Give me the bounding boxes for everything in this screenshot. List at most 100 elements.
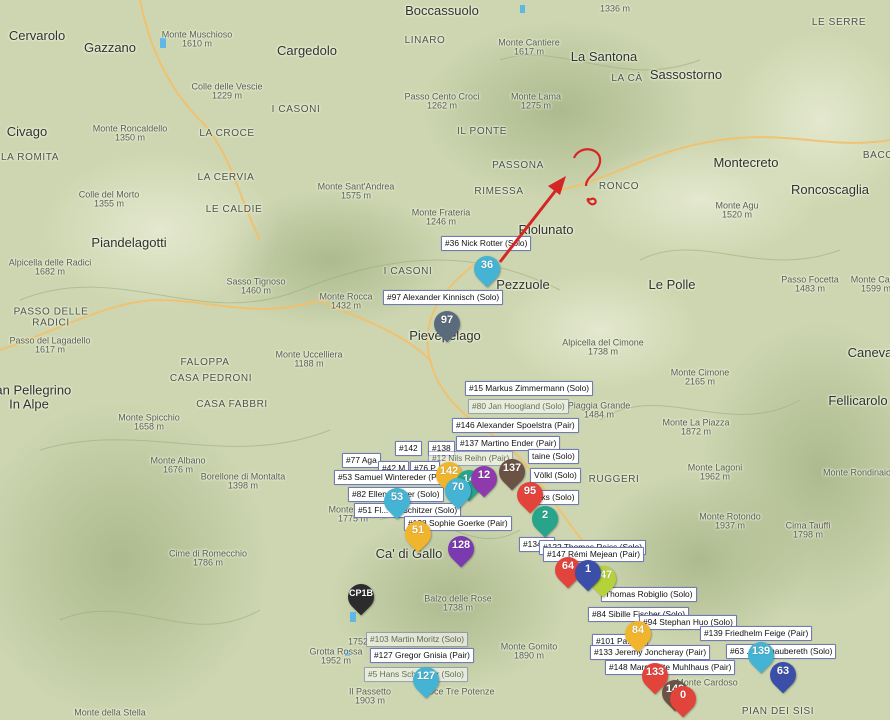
place-name: PIAN DEI SISI bbox=[741, 705, 815, 717]
place-laromita: LA ROMITA bbox=[1, 152, 59, 164]
pin-number: 142 bbox=[439, 465, 459, 477]
pin-number: 0 bbox=[679, 689, 687, 701]
place-name: IL PONTE bbox=[457, 125, 507, 137]
place-name: Piandelagotti bbox=[91, 235, 167, 251]
racer-label-l36[interactable]: #36 Nick Rotter (Solo) bbox=[441, 236, 532, 251]
place-elevation: 1676 m bbox=[162, 465, 194, 475]
place-name: La Santona bbox=[570, 49, 638, 65]
place-croci: Passo Cento Croci 1262 m bbox=[404, 92, 479, 112]
place-leserre: LE SERRE bbox=[811, 16, 867, 29]
place-name: Caneva bbox=[847, 345, 890, 361]
place-cimone: Alpicella del Cimone 1738 m bbox=[562, 338, 644, 358]
place-elevation: 1617 m bbox=[34, 345, 66, 355]
place-lecaldie: LE CALDIE bbox=[205, 203, 263, 216]
place-elevation: 2165 m bbox=[684, 377, 716, 387]
place-name: Monte Rondinaio bbox=[822, 467, 890, 478]
place-elevation: 1738 m bbox=[587, 347, 619, 357]
place-elevation: 1275 m bbox=[520, 101, 552, 111]
place-cargedolo: Cargedolo bbox=[277, 44, 337, 58]
place-rondine: Monte Rondinaio bbox=[823, 468, 890, 477]
racer-label-l146[interactable]: #146 Alexander Spoelstra (Pair) bbox=[452, 418, 579, 433]
racer-label-l80[interactable]: #80 Jan Hoogland (Solo) bbox=[468, 399, 569, 414]
place-elevation: 1262 m bbox=[426, 101, 458, 111]
place-rotondo: Monte Rotondo 1937 m bbox=[699, 512, 761, 532]
racer-label-lvoekl[interactable]: Völkl (Solo) bbox=[530, 468, 581, 483]
place-cimone2: Monte Cimone 2165 m bbox=[671, 368, 730, 388]
racer-label-lrobi[interactable]: Thomas Robiglio (Solo) bbox=[601, 587, 697, 602]
place-elevation: 1658 m bbox=[133, 422, 165, 432]
place-elevation: 1575 m bbox=[340, 191, 372, 201]
racer-label-l103[interactable]: #103 Martin Moritz (Solo) bbox=[366, 632, 469, 647]
place-name: Sassostorno bbox=[649, 67, 723, 83]
place-name: Boccassuolo bbox=[405, 3, 479, 19]
place-ronco: RONCO bbox=[598, 180, 640, 193]
pin-number: 137 bbox=[502, 462, 522, 474]
place-name: Cargedolo bbox=[277, 43, 337, 59]
place-name: BACC bbox=[862, 149, 890, 161]
place-elevation: 1617 m bbox=[513, 47, 545, 57]
place-linaro: LINARO bbox=[405, 35, 446, 47]
place-pedroni: CASA PEDRONI bbox=[169, 372, 253, 385]
place-stella: Monte della Stella bbox=[74, 708, 146, 717]
place-name: Civago bbox=[6, 124, 48, 140]
place-riolunato: Riolunato bbox=[519, 223, 574, 237]
place-elevation: 1890 m bbox=[513, 651, 545, 661]
pin-number: 51 bbox=[411, 524, 425, 536]
place-lama: Monte Lama 1275 m bbox=[511, 92, 561, 112]
place-elevation: 1682 m bbox=[34, 267, 66, 277]
racer-label-l63[interactable]: #63 ... Schnaubereth (Solo) bbox=[726, 644, 837, 659]
pin-number: 12 bbox=[477, 469, 491, 481]
place-passoradici: PASSO DELLE RADICI bbox=[13, 306, 89, 329]
racer-label-l15[interactable]: #15 Markus Zimmermann (Solo) bbox=[465, 381, 594, 396]
place-elevation: 1229 m bbox=[211, 91, 243, 101]
racer-label-l142[interactable]: #142 bbox=[395, 441, 422, 456]
racer-label-l77[interactable]: #77 Aga bbox=[342, 453, 381, 468]
place-laPiazza: Monte La Piazza 1872 m bbox=[662, 418, 729, 438]
place-name: Monte della Stella bbox=[74, 707, 146, 718]
place-name: LE SERRE bbox=[811, 16, 867, 28]
place-muschioso: Monte Muschioso 1610 m bbox=[162, 30, 233, 50]
pin-number: 97 bbox=[440, 314, 454, 326]
place-name: I CASONI bbox=[271, 103, 321, 115]
place-spicchio: Monte Spicchio 1658 m bbox=[118, 413, 180, 433]
pin-number: CP1B bbox=[348, 588, 374, 598]
place-name: Le Polle bbox=[648, 277, 696, 293]
place-elevation: 1952 m bbox=[320, 656, 352, 666]
place-cadigallo: Ca' di Gallo bbox=[376, 547, 443, 561]
place-piandelagotti: Piandelagotti bbox=[91, 236, 166, 250]
place-m1752: 1752 bbox=[348, 637, 368, 646]
racer-label-l139[interactable]: #139 Friedhelm Feige (Pair) bbox=[700, 626, 813, 641]
place-m1336: 1336 m bbox=[600, 4, 630, 13]
place-name: Montecreto bbox=[713, 155, 779, 171]
racer-label-lstaine[interactable]: taine (Solo) bbox=[528, 449, 579, 464]
place-fabbri: CASA FABBRI bbox=[196, 399, 268, 411]
place-name: CASA PEDRONI bbox=[169, 372, 253, 384]
place-collemorto: Colle del Morto 1355 m bbox=[79, 190, 140, 210]
pin-number: 1 bbox=[584, 563, 592, 575]
place-ruggeri: RUGGERI bbox=[588, 473, 640, 486]
map-canvas[interactable]: Boccassuolo 1336 m Cervarolo Gazzano Monte M… bbox=[0, 0, 890, 720]
pin-number: 128 bbox=[451, 539, 471, 551]
pin-number: 64 bbox=[561, 560, 575, 572]
place-name: LE CALDIE bbox=[205, 203, 263, 215]
place-name: RUGGERI bbox=[588, 473, 640, 485]
racer-label-l97[interactable]: #97 Alexander Kinnisch (Solo) bbox=[383, 290, 504, 305]
place-elevation: 1937 m bbox=[714, 521, 746, 531]
place-ilponte: IL PONTE bbox=[457, 125, 507, 138]
place-pievepelago_lbl: Pezzuole bbox=[496, 278, 549, 292]
racer-label-l133[interactable]: #133 Jeremy Joncheray (Pair) bbox=[590, 645, 711, 660]
place-tauffi: Cima Tauffi 1798 m bbox=[786, 521, 831, 541]
pin-number: 2 bbox=[541, 509, 549, 521]
racer-label-l127[interactable]: #127 Gregor Gnisia (Pair) bbox=[370, 648, 474, 663]
pin-number: 70 bbox=[451, 481, 465, 493]
place-name: RONCO bbox=[598, 180, 640, 192]
place-elevation: 1786 m bbox=[192, 558, 224, 568]
place-fellicarolo: Fellicarolo bbox=[828, 394, 887, 408]
racer-label-l148[interactable]: #148 Marguerite Muhlhaus (Pair) bbox=[605, 660, 736, 675]
place-name: Pezzuole bbox=[496, 277, 550, 293]
place-cervarolo: Cervarolo bbox=[9, 29, 65, 43]
place-name: Roncoscaglia bbox=[790, 182, 870, 198]
place-frateria: Monte Frateria 1246 m bbox=[412, 208, 471, 228]
place-elevation: 1962 m bbox=[699, 472, 731, 482]
place-name: PASSO DELLE RADICI bbox=[13, 306, 89, 328]
